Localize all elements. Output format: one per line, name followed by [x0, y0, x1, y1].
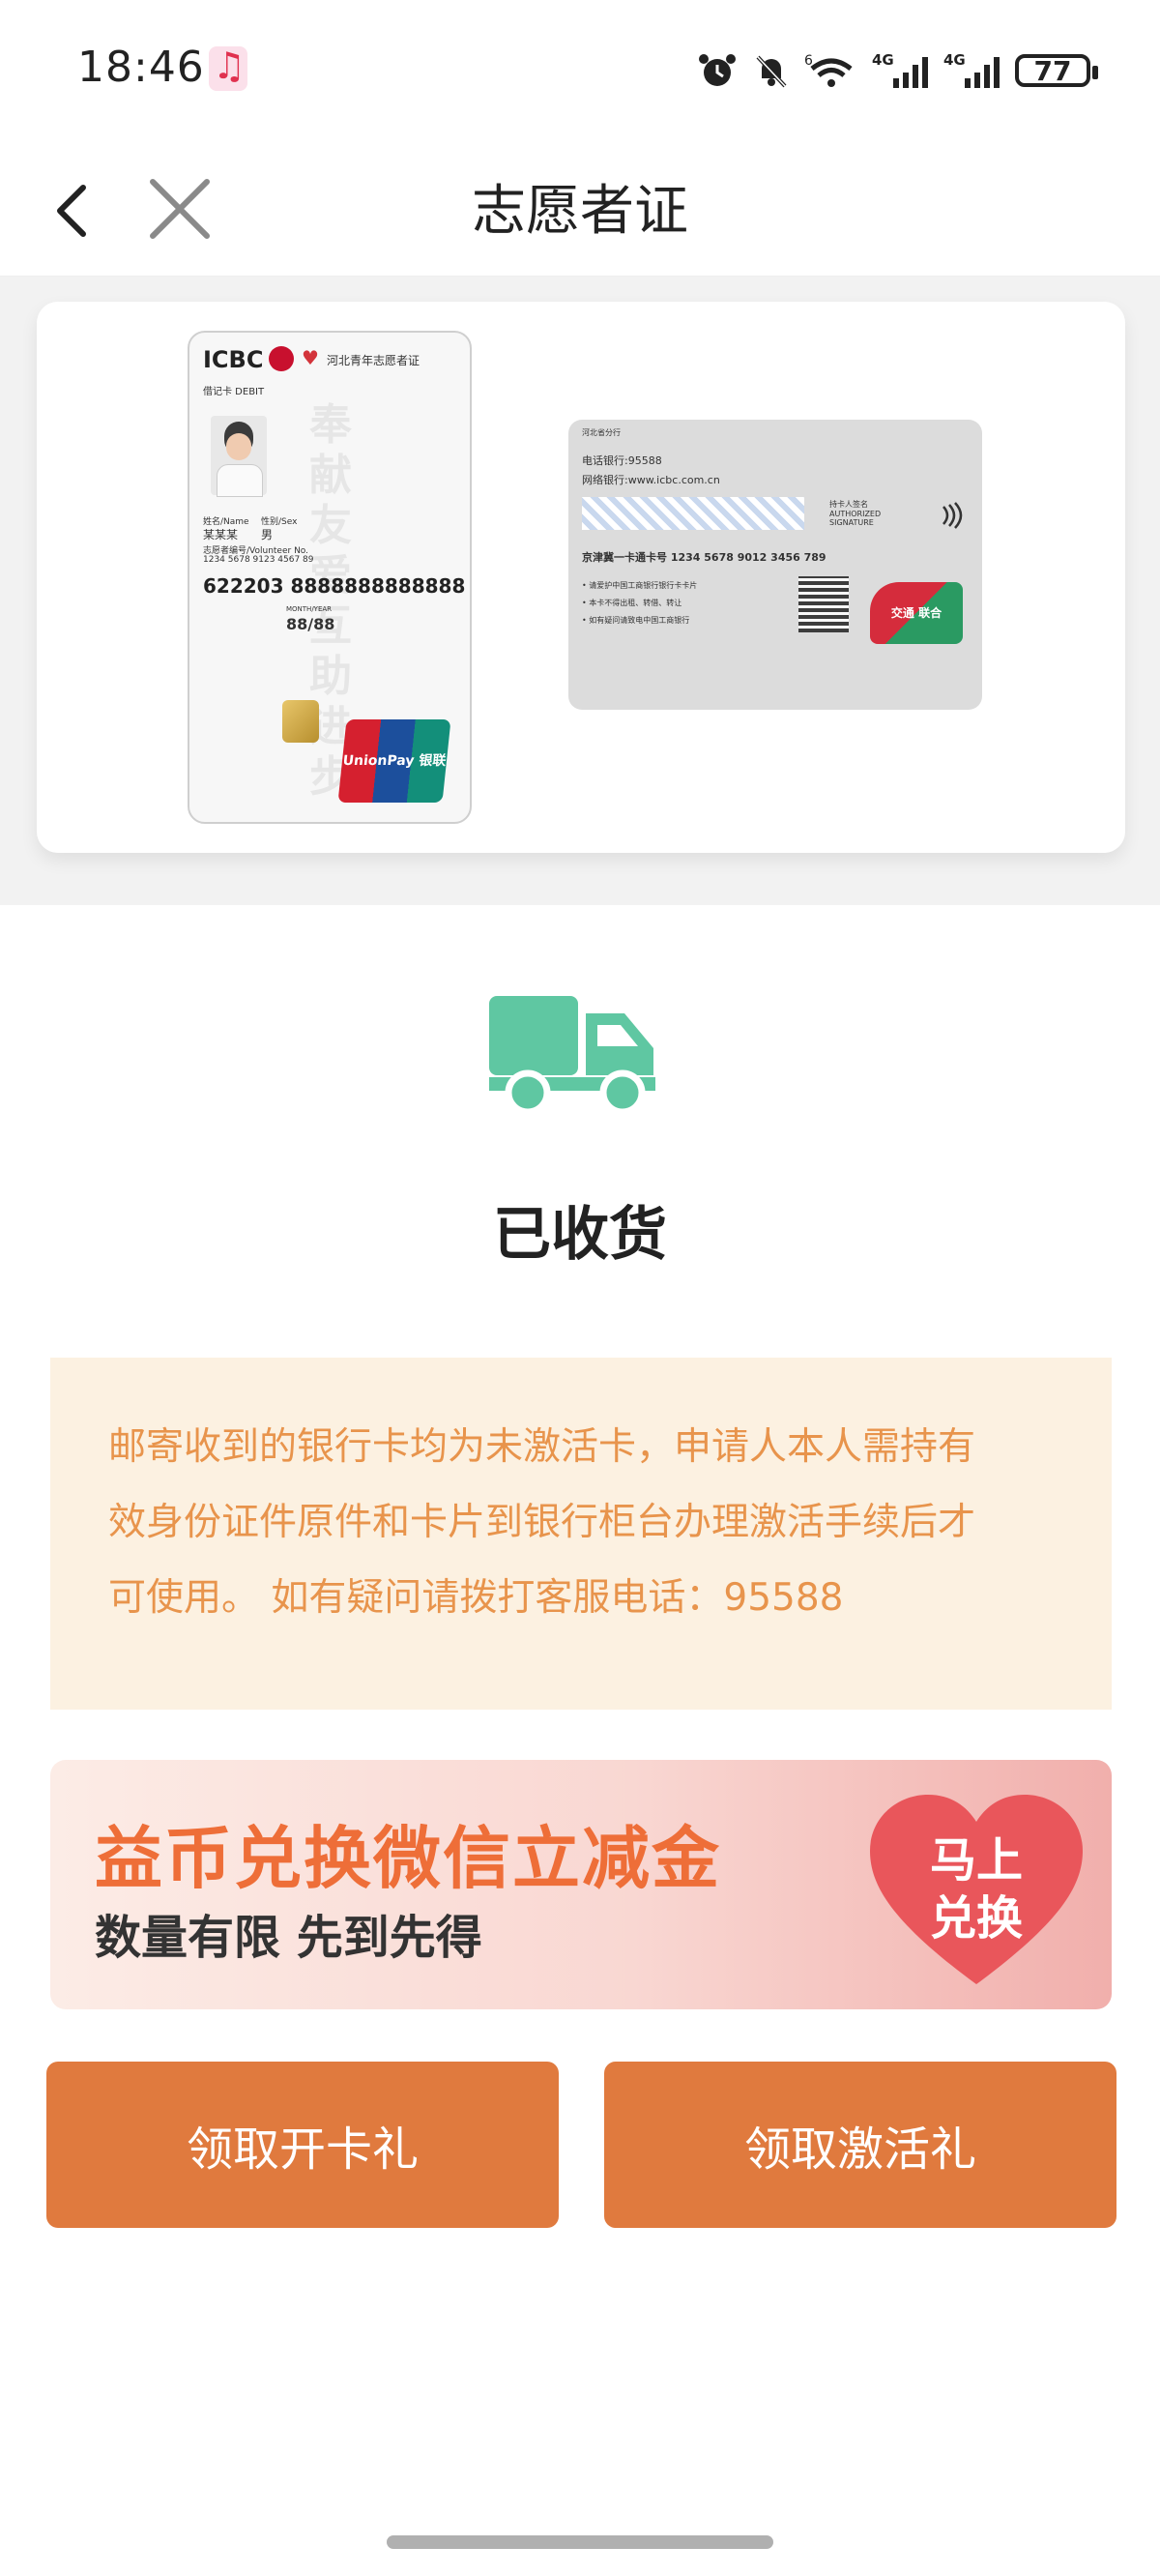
contactless-icon: [942, 502, 963, 529]
gender-value: 男: [261, 528, 274, 542]
notice-line-1: 邮寄收到的银行卡均为未激活卡，申请人本人需持有: [108, 1425, 976, 1469]
signal-4g-icon-2: 4G: [943, 51, 1000, 88]
heart-line-1: 马上: [929, 1833, 1023, 1888]
holder-photo: [211, 416, 267, 497]
bank-logo: ICBC: [203, 346, 264, 373]
exchange-now-button[interactable]: 马上 兑换: [870, 1795, 1083, 1988]
claim-activation-gift-button[interactable]: 领取激活礼: [604, 2062, 1116, 2228]
card-number: 622203 8888888888888: [203, 574, 466, 598]
card-back-image: 河北省分行 电话银行:95588 网络银行:www.icbc.com.cn 持卡…: [568, 420, 982, 710]
home-indicator[interactable]: [387, 2535, 773, 2549]
banner-title: 益币兑换微信立减金: [95, 1819, 721, 1898]
card-preview-section: ICBC ♥ 河北青年志愿者证 借记卡 DEBIT 奉献 友爱 互助 进步 姓名…: [0, 277, 1160, 905]
volunteer-no: 1234 5678 9123 4567 89: [203, 555, 314, 565]
signal-4g-icon: 4G: [872, 51, 928, 88]
claim-opening-gift-button[interactable]: 领取开卡礼: [46, 2062, 559, 2228]
icbc-emblem-icon: [269, 346, 294, 371]
signature-label: 持卡人签名 AUTHORIZED SIGNATURE: [829, 500, 882, 527]
valid-thru: 88/88: [286, 615, 335, 633]
card-back-header: 河北省分行: [582, 428, 621, 437]
service-line: 电话银行:95588: [582, 454, 662, 467]
notice-line-3: 可使用。 如有疑问请拨打客服电话：95588: [108, 1576, 844, 1620]
status-icons: 6 4G 4G 77: [696, 48, 1098, 93]
truck-icon: [489, 996, 655, 1114]
transit-logo: 交通 联合: [870, 582, 963, 644]
exchange-now-label: 马上 兑换: [870, 1831, 1083, 1947]
network-label-2: 4G: [943, 51, 966, 69]
alarm-icon: [699, 54, 736, 86]
valid-thru-label: MONTH/YEAR: [286, 605, 333, 613]
page-title: 志愿者证: [472, 180, 688, 243]
nav-bar: 志愿者证: [0, 145, 1160, 277]
note-2: • 本卡不得出租、转借、转让: [582, 599, 682, 607]
note-1: • 请爱护中国工商银行银行卡卡片: [582, 581, 698, 590]
chip-icon: [282, 700, 319, 743]
signature-strip: [582, 497, 804, 530]
activation-notice: 邮寄收到的银行卡均为未激活卡，申请人本人需持有 效身份证件原件和卡片到银行柜台办…: [50, 1358, 1112, 1710]
mute-bell-icon: [756, 55, 787, 88]
qr-code-icon: [798, 576, 849, 632]
card-no-line: 京津冀一卡通卡号 1234 5678 9012 3456 789: [582, 551, 826, 564]
status-time: 18:46: [77, 43, 205, 92]
card-front-image: ICBC ♥ 河北青年志愿者证 借记卡 DEBIT 奉献 友爱 互助 进步 姓名…: [188, 331, 472, 824]
note-3: • 如有疑问请致电中国工商银行: [582, 616, 690, 625]
status-bar: 18:46 6 4G 4G 77: [0, 0, 1160, 145]
card-type: 借记卡 DEBIT: [203, 387, 265, 397]
delivery-status: 已收货: [493, 1201, 667, 1269]
heart-line-2: 兑换: [929, 1891, 1023, 1946]
card-title: 河北青年志愿者证: [327, 354, 420, 367]
heart-logo-icon: ♥: [302, 346, 319, 369]
battery-icon: 77: [1015, 54, 1098, 87]
exchange-promo-banner[interactable]: 益币兑换微信立减金 数量有限 先到先得 马上 兑换: [50, 1760, 1112, 2009]
unionpay-logo: UnionPay 银联: [337, 719, 451, 803]
banner-subtitle: 数量有限 先到先得: [95, 1911, 482, 1965]
wifi-icon: 6: [804, 53, 853, 87]
notice-line-2: 效身份证件原件和卡片到银行柜台办理激活手续后才: [108, 1501, 976, 1544]
website-line: 网络银行:www.icbc.com.cn: [582, 474, 720, 486]
network-label-1: 4G: [872, 51, 894, 69]
music-icon: [209, 44, 247, 91]
name-value: 某某某: [203, 528, 239, 542]
card-preview-box: ICBC ♥ 河北青年志愿者证 借记卡 DEBIT 奉献 友爱 互助 进步 姓名…: [37, 302, 1125, 853]
